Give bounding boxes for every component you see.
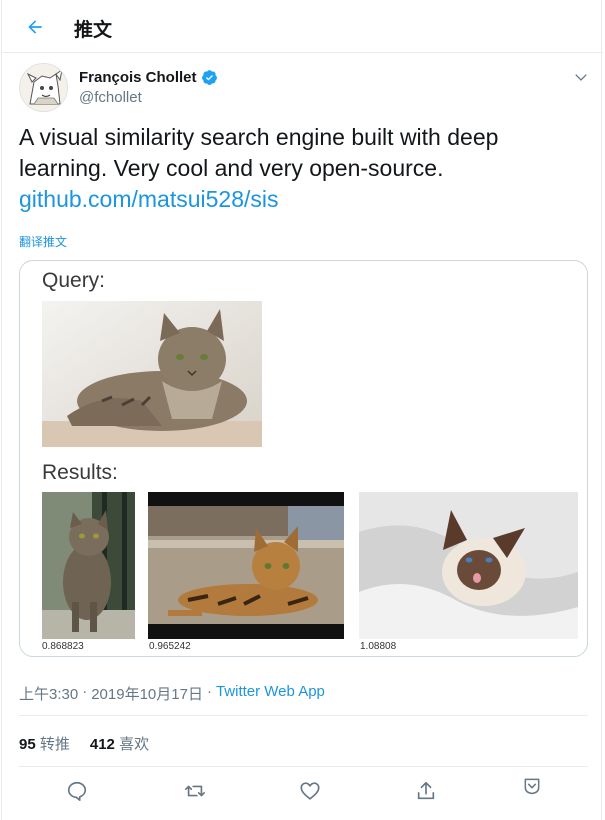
tweet-stats: 95 转推 412 喜欢 [19,733,149,754]
retweet-icon [185,785,205,797]
tweet-date[interactable]: 2019年10月17日 [91,683,203,704]
retweet-button[interactable] [182,778,208,804]
page-title: 推文 [74,19,113,41]
tweet-source-app[interactable]: Twitter Web App [216,683,325,704]
result-score-2: 0.965242 [149,641,191,652]
meta-separator: · [82,683,88,700]
verified-badge-icon [201,69,218,86]
page-header: 推文 [2,0,603,53]
back-button[interactable] [19,11,51,43]
avatar[interactable] [19,63,68,112]
reply-button[interactable] [64,778,90,804]
author-handle[interactable]: @fchollet [79,89,142,106]
result-score-3: 1.08808 [360,641,397,652]
tweet-text-line-2: learning. Very cool and very open-source… [19,155,444,181]
heart-icon [300,782,320,800]
tweet-page: 推文 François Chollet @fchollet A visual s… [1,0,603,820]
result-cat-image-2 [148,492,344,639]
avatar-illustration [20,64,67,111]
result-cat-image-3 [359,492,578,639]
results-label: Results: [42,461,118,484]
tweet-meta: 上午3:30 · 2019年10月17日 · Twitter Web App [19,683,325,704]
bookmark-button[interactable] [519,773,545,799]
bookmark-icon [524,778,540,795]
query-label: Query: [42,269,106,292]
result-score-1: 0.868823 [42,641,84,652]
like-button[interactable] [297,778,323,804]
arrow-left-icon [28,20,42,34]
tweet-text: A visual similarity search engine built … [19,122,589,215]
like-count: 412 [89,736,115,753]
query-cat-image [42,301,262,447]
translate-tweet-link[interactable]: 翻译推文 [19,233,67,250]
reply-icon [67,781,87,801]
retweet-count: 95 [19,736,36,753]
author-name[interactable]: François Chollet [79,69,218,86]
tweet-actions [2,770,603,810]
tweet-text-line-1: A visual similarity search engine built … [19,124,499,150]
retweet-label: 转推 [39,736,70,753]
like-label: 喜欢 [119,736,150,753]
tweet-link[interactable]: github.com/matsui528/sis [19,184,589,215]
chevron-down-icon [575,74,587,81]
more-options-button[interactable] [571,67,591,87]
tweet-time[interactable]: 上午3:30 [19,683,78,704]
author-name-text: François Chollet [79,69,197,86]
meta-separator-2: · [206,683,212,700]
share-icon [417,781,435,800]
divider [19,715,588,716]
tweet-media[interactable]: Query: Results: 0.868823 0.965242 1.0880… [19,260,588,657]
like-stat[interactable]: 412 喜欢 [90,733,149,754]
retweet-stat[interactable]: 95 转推 [19,733,70,754]
share-button[interactable] [413,778,439,804]
divider-2 [19,766,588,767]
result-cat-image-1 [42,492,135,639]
